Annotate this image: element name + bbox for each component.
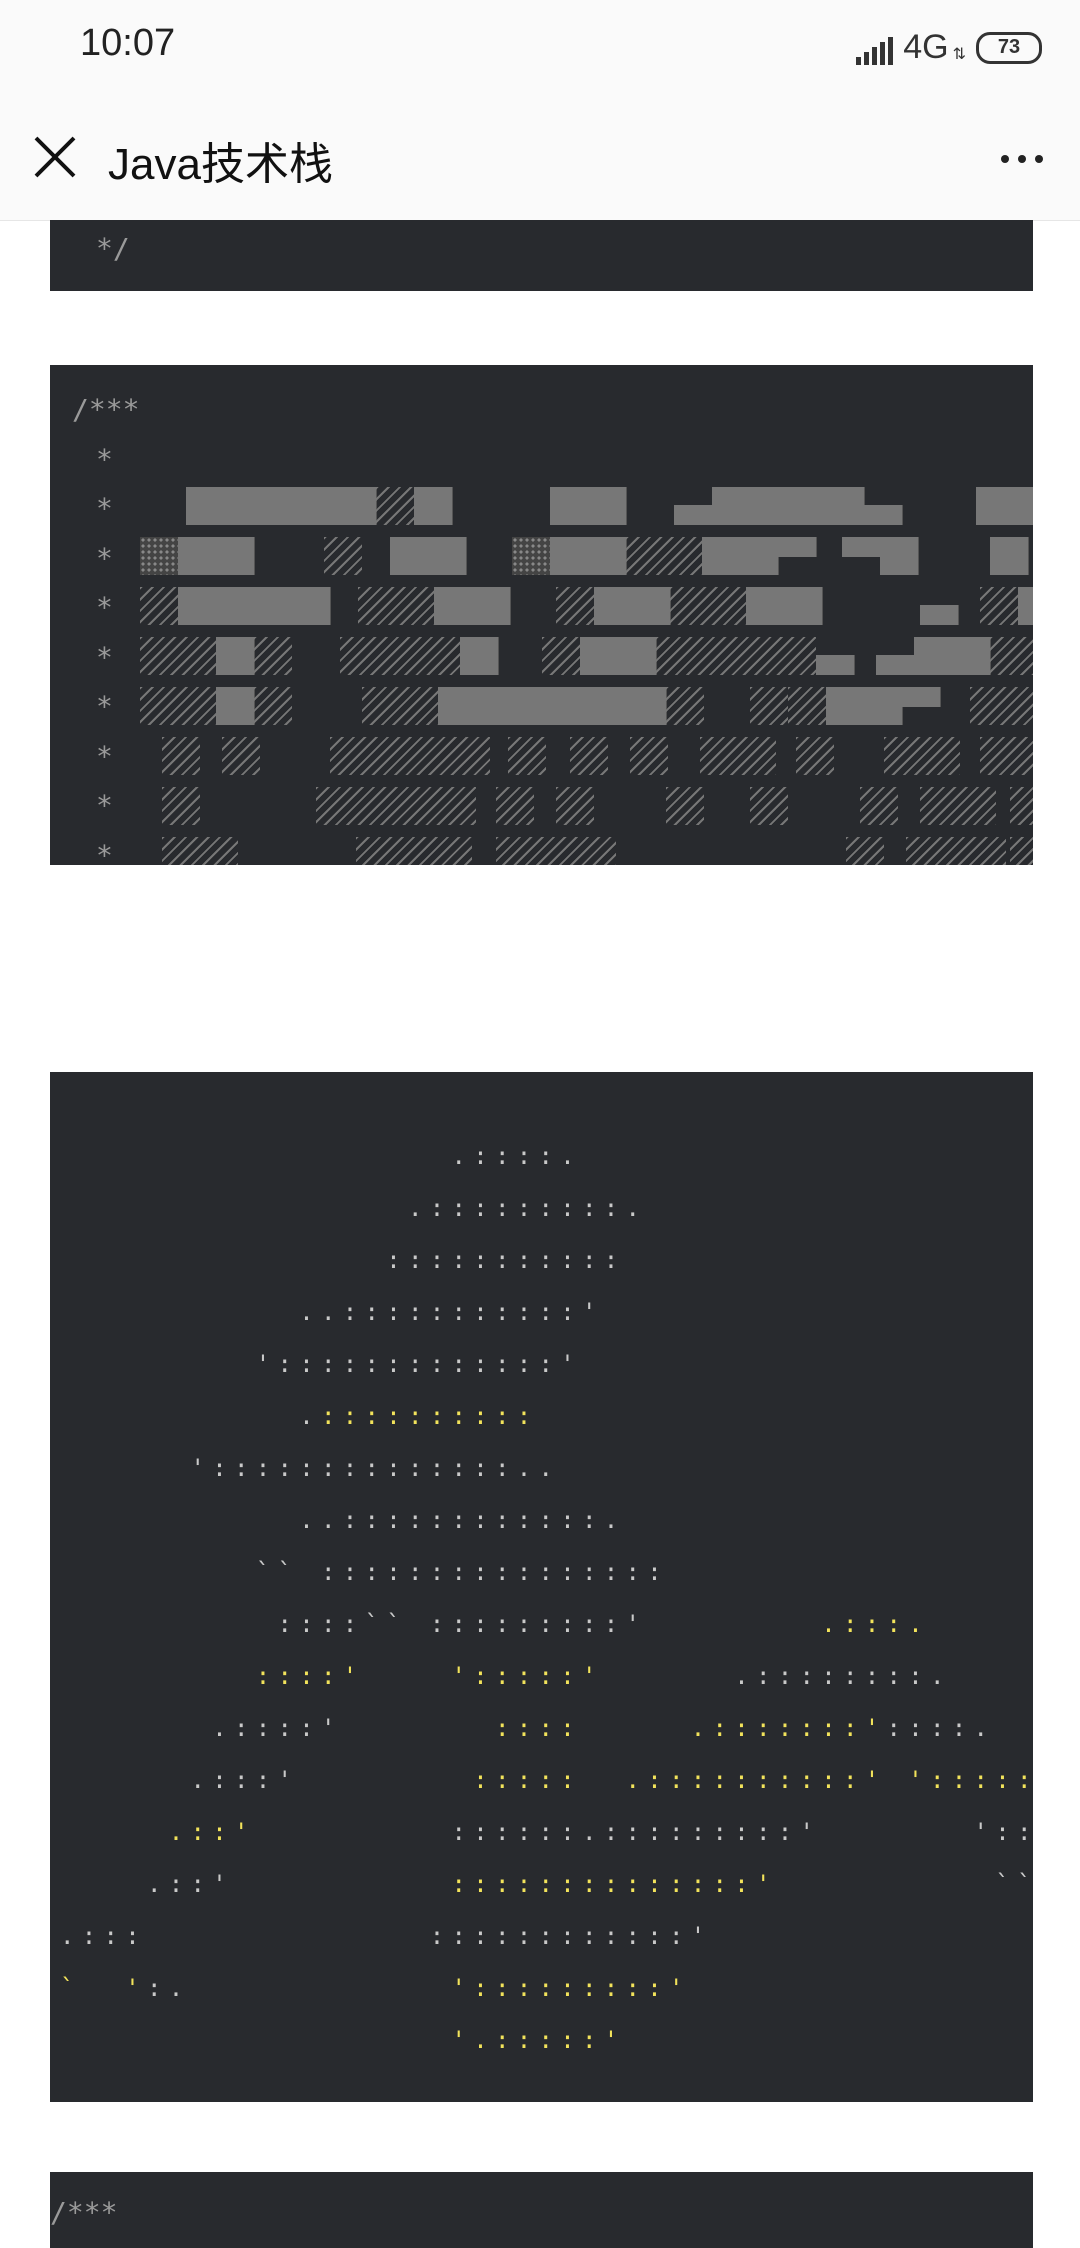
ascii-line: .::::' :::: .:::::::'::::. bbox=[60, 1702, 1033, 1754]
ascii-line: .::' ::::::::::::::' ``: bbox=[60, 1858, 1033, 1910]
signal-icon bbox=[856, 31, 894, 65]
ascii-segment: .:::' bbox=[60, 1766, 474, 1794]
ascii-segment: '.:::::' bbox=[451, 2026, 626, 2054]
article-content[interactable]: */ /*** * * * * * * * * * */ bbox=[0, 220, 1080, 2248]
ascii-segment: .::::::::. bbox=[603, 1662, 952, 1690]
ascii-segment: ``: bbox=[777, 1870, 1033, 1898]
status-bar: 10:07 4G ⇅ 73 bbox=[0, 0, 1080, 100]
ascii-segment: ::::. bbox=[886, 1714, 996, 1742]
ascii-segment: '::: bbox=[973, 1818, 1033, 1846]
ascii-segment: :::: bbox=[494, 1714, 582, 1742]
more-button[interactable] bbox=[992, 134, 1052, 184]
code-block-2: /*** * * * * * * * * * */ bbox=[50, 365, 1033, 865]
ascii-segment: . bbox=[60, 1402, 321, 1430]
ascii-segment: ::::::::::: bbox=[60, 1246, 626, 1274]
status-time: 10:07 bbox=[80, 22, 176, 64]
network-label: 4G bbox=[903, 28, 949, 66]
ascii-segment: .:::. bbox=[647, 1610, 930, 1638]
ascii-segment bbox=[887, 1766, 909, 1794]
ascii-line: .:::' ::::: .::::::::::' '::::::. bbox=[60, 1754, 1033, 1806]
ascii-segment: '::::::. bbox=[908, 1766, 1033, 1794]
network-activity-icon: ⇅ bbox=[952, 45, 966, 63]
ascii-segment bbox=[365, 1662, 452, 1690]
ascii-line: .:::::::::. bbox=[60, 1182, 1033, 1234]
ascii-segment: .:::::::' bbox=[690, 1714, 887, 1742]
ascii-segment: .::::. bbox=[60, 1142, 582, 1170]
ascii-line: '.:::::' bbox=[60, 2014, 1033, 2066]
ascii-segment bbox=[582, 1714, 691, 1742]
comment-close: */ bbox=[96, 232, 130, 265]
code-block-4: /*** bbox=[50, 2172, 1033, 2248]
ascii-segment: '::::::::::::::.. bbox=[60, 1454, 561, 1482]
ascii-line: ::::::::::: bbox=[60, 1234, 1033, 1286]
ascii-line: .:::::::::: bbox=[60, 1390, 1033, 1442]
page-title: Java技术栈 bbox=[108, 140, 333, 189]
block-letter-banner bbox=[50, 365, 1033, 865]
ascii-line: .::::. bbox=[60, 1130, 1033, 1182]
ascii-segment: ::::: bbox=[473, 1766, 582, 1794]
status-indicators: 4G ⇅ 73 bbox=[856, 28, 1042, 67]
ascii-segment: `` :::::::::::::::: bbox=[60, 1558, 669, 1586]
ascii-line: ::::`` :::::::::' .:::. bbox=[60, 1598, 1033, 1650]
ascii-segment: .::' bbox=[168, 1818, 256, 1846]
ascii-segment: :. bbox=[147, 1974, 191, 2002]
ascii-segment: .:::::::::. bbox=[60, 1194, 648, 1222]
ascii-segment: ::::`` :::::::::' bbox=[60, 1610, 648, 1638]
ascii-segment: ::::' bbox=[60, 1662, 365, 1690]
ascii-segment: :::::::::: bbox=[321, 1402, 539, 1430]
comment-open: /*** bbox=[50, 2196, 118, 2229]
ascii-segment bbox=[60, 1818, 169, 1846]
ascii-art: .::::. .:::::::::. ::::::::::: ..:::::::… bbox=[60, 1130, 1033, 2066]
code-block-3: .::::. .:::::::::. ::::::::::: ..:::::::… bbox=[50, 1072, 1033, 2102]
ascii-line: ` ':. ':::::::::' bbox=[60, 1962, 1033, 2014]
ascii-line: .::' ::::::.:::::::::' '::: bbox=[60, 1806, 1033, 1858]
ascii-line: ..:::::::::::' bbox=[60, 1286, 1033, 1338]
code-block-1: */ bbox=[50, 220, 1033, 291]
more-icon bbox=[1001, 155, 1009, 163]
ascii-segment: ':::::' bbox=[451, 1662, 604, 1690]
ascii-segment: ..::::::::::::. bbox=[60, 1506, 626, 1534]
ascii-segment bbox=[60, 2026, 452, 2054]
ascii-segment: ':::::::::' bbox=[451, 1974, 691, 2002]
ascii-line: ':::::::::::::' bbox=[60, 1338, 1033, 1390]
ascii-segment bbox=[191, 1974, 452, 2002]
ascii-segment: .::::::::::' bbox=[625, 1766, 887, 1794]
ascii-segment: ' bbox=[125, 1974, 147, 2002]
ascii-segment: ` bbox=[60, 1974, 126, 2002]
nav-bar: Java技术栈 bbox=[0, 100, 1080, 221]
ascii-segment bbox=[582, 1766, 626, 1794]
ascii-segment: ::::::::::::::' bbox=[451, 1870, 778, 1898]
battery-level: 73 bbox=[997, 36, 1021, 58]
ascii-segment: ':::::::::::::' bbox=[60, 1350, 582, 1378]
ascii-segment: ..:::::::::::' bbox=[60, 1298, 604, 1326]
ascii-line: `` :::::::::::::::: bbox=[60, 1546, 1033, 1598]
ascii-segment: .::' bbox=[60, 1870, 452, 1898]
ascii-line: .::: ::::::::::::' bbox=[60, 1910, 1033, 1962]
ascii-segment: .::::' bbox=[60, 1714, 495, 1742]
close-button[interactable] bbox=[28, 130, 82, 184]
close-icon bbox=[34, 136, 76, 178]
ascii-line: ::::' ':::::' .::::::::. bbox=[60, 1650, 1033, 1702]
battery-icon: 73 bbox=[976, 31, 1042, 64]
ascii-line: '::::::::::::::.. bbox=[60, 1442, 1033, 1494]
ascii-segment: .::: ::::::::::::' bbox=[60, 1922, 713, 1950]
ascii-segment: ::::::.:::::::::' bbox=[255, 1818, 822, 1846]
ascii-line: ..::::::::::::. bbox=[60, 1494, 1033, 1546]
